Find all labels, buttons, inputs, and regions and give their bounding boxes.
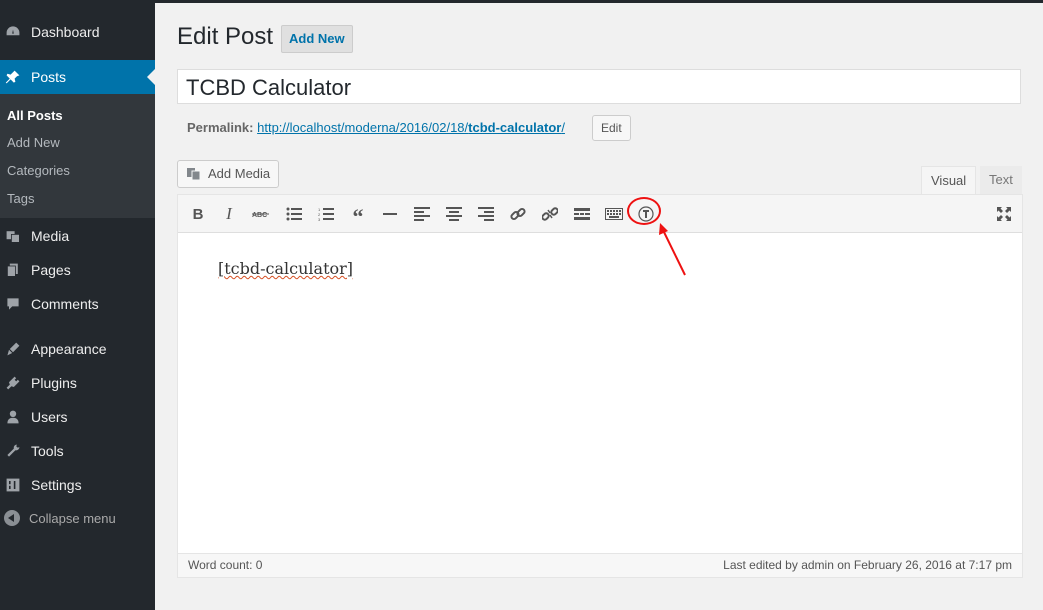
add-media-button[interactable]: Add Media <box>177 160 280 188</box>
tools-icon <box>7 444 20 457</box>
posts-submenu: All Posts Add New Categories Tags <box>0 94 155 218</box>
tab-text[interactable]: Text <box>980 166 1022 194</box>
tab-visual[interactable]: Visual <box>921 166 977 195</box>
submenu-add-new[interactable]: Add New <box>7 135 60 150</box>
top-bar <box>155 0 1043 3</box>
editor-toolbar: B I ABC 123 “ <box>178 195 1022 233</box>
submenu-tags[interactable]: Tags <box>7 191 34 206</box>
sidebar-item-media[interactable]: Media <box>0 219 155 253</box>
tcbd-calculator-shortcode-icon[interactable] <box>636 204 656 224</box>
blockquote-icon[interactable]: “ <box>348 204 368 229</box>
plugins-icon <box>6 376 20 390</box>
editor-content[interactable]: [tcbd-calculator] <box>218 259 353 278</box>
collapse-arrow-icon <box>4 510 20 526</box>
svg-text:3: 3 <box>318 217 321 221</box>
svg-text:ABC: ABC <box>252 212 267 219</box>
add-media-icon <box>187 168 201 181</box>
sidebar-item-posts[interactable]: Posts <box>0 60 155 94</box>
sidebar-item-dashboard[interactable]: Dashboard <box>0 15 155 49</box>
last-edited: Last edited by admin on February 26, 201… <box>723 558 1012 572</box>
users-icon <box>7 410 19 424</box>
strikethrough-icon[interactable]: ABC <box>251 204 271 224</box>
appearance-icon <box>7 342 20 356</box>
sidebar-item-settings[interactable]: Settings <box>0 468 155 502</box>
pages-icon <box>7 263 18 277</box>
bulleted-list-icon[interactable] <box>284 204 304 224</box>
toolbar-toggle-icon[interactable] <box>604 204 624 224</box>
media-icon <box>6 231 20 243</box>
read-more-icon[interactable] <box>572 204 592 224</box>
bold-icon[interactable]: B <box>188 204 208 224</box>
annotation-arrow <box>659 223 686 276</box>
sidebar-item-users[interactable]: Users <box>0 400 155 434</box>
dashboard-icon <box>6 26 20 36</box>
add-new-button[interactable]: Add New <box>281 25 353 53</box>
edit-permalink-button[interactable]: Edit <box>592 115 631 141</box>
align-right-icon[interactable] <box>476 204 496 224</box>
align-center-icon[interactable] <box>444 204 464 224</box>
editor-status-bar: Word count: 0 Last edited by admin on Fe… <box>178 553 1022 577</box>
horizontal-line-icon[interactable] <box>380 204 400 224</box>
sidebar-item-pages[interactable]: Pages <box>0 253 155 287</box>
sidebar-item-plugins[interactable]: Plugins <box>0 366 155 400</box>
submenu-categories[interactable]: Categories <box>7 163 70 178</box>
submenu-all-posts[interactable]: All Posts <box>7 108 63 123</box>
insert-link-icon[interactable] <box>508 204 528 224</box>
permalink-link[interactable]: http://localhost/moderna/2016/02/18/tcbd… <box>257 120 565 135</box>
permalink-row: Permalink: http://localhost/moderna/2016… <box>187 120 565 135</box>
numbered-list-icon[interactable]: 123 <box>316 204 336 224</box>
page-title: Edit Post <box>177 23 274 50</box>
italic-icon[interactable]: I <box>219 204 239 224</box>
align-left-icon[interactable] <box>412 204 432 224</box>
admin-sidebar: Dashboard Posts All Posts Add New Catego… <box>0 0 155 610</box>
sidebar-item-comments[interactable]: Comments <box>0 287 155 321</box>
sidebar-item-tools[interactable]: Tools <box>0 434 155 468</box>
sidebar-item-appearance[interactable]: Appearance <box>0 332 155 366</box>
remove-link-icon[interactable] <box>540 204 560 224</box>
collapse-menu[interactable]: Collapse menu <box>4 510 116 526</box>
comments-icon <box>7 298 19 310</box>
post-editor: B I ABC 123 “ [tcbd-calculator] Word cou… <box>177 194 1023 578</box>
settings-icon <box>6 478 20 492</box>
pushpin-icon <box>5 70 20 84</box>
post-title-input[interactable]: TCBD Calculator <box>177 69 1021 104</box>
word-count: Word count: 0 <box>188 558 263 572</box>
fullscreen-icon[interactable] <box>994 204 1014 224</box>
